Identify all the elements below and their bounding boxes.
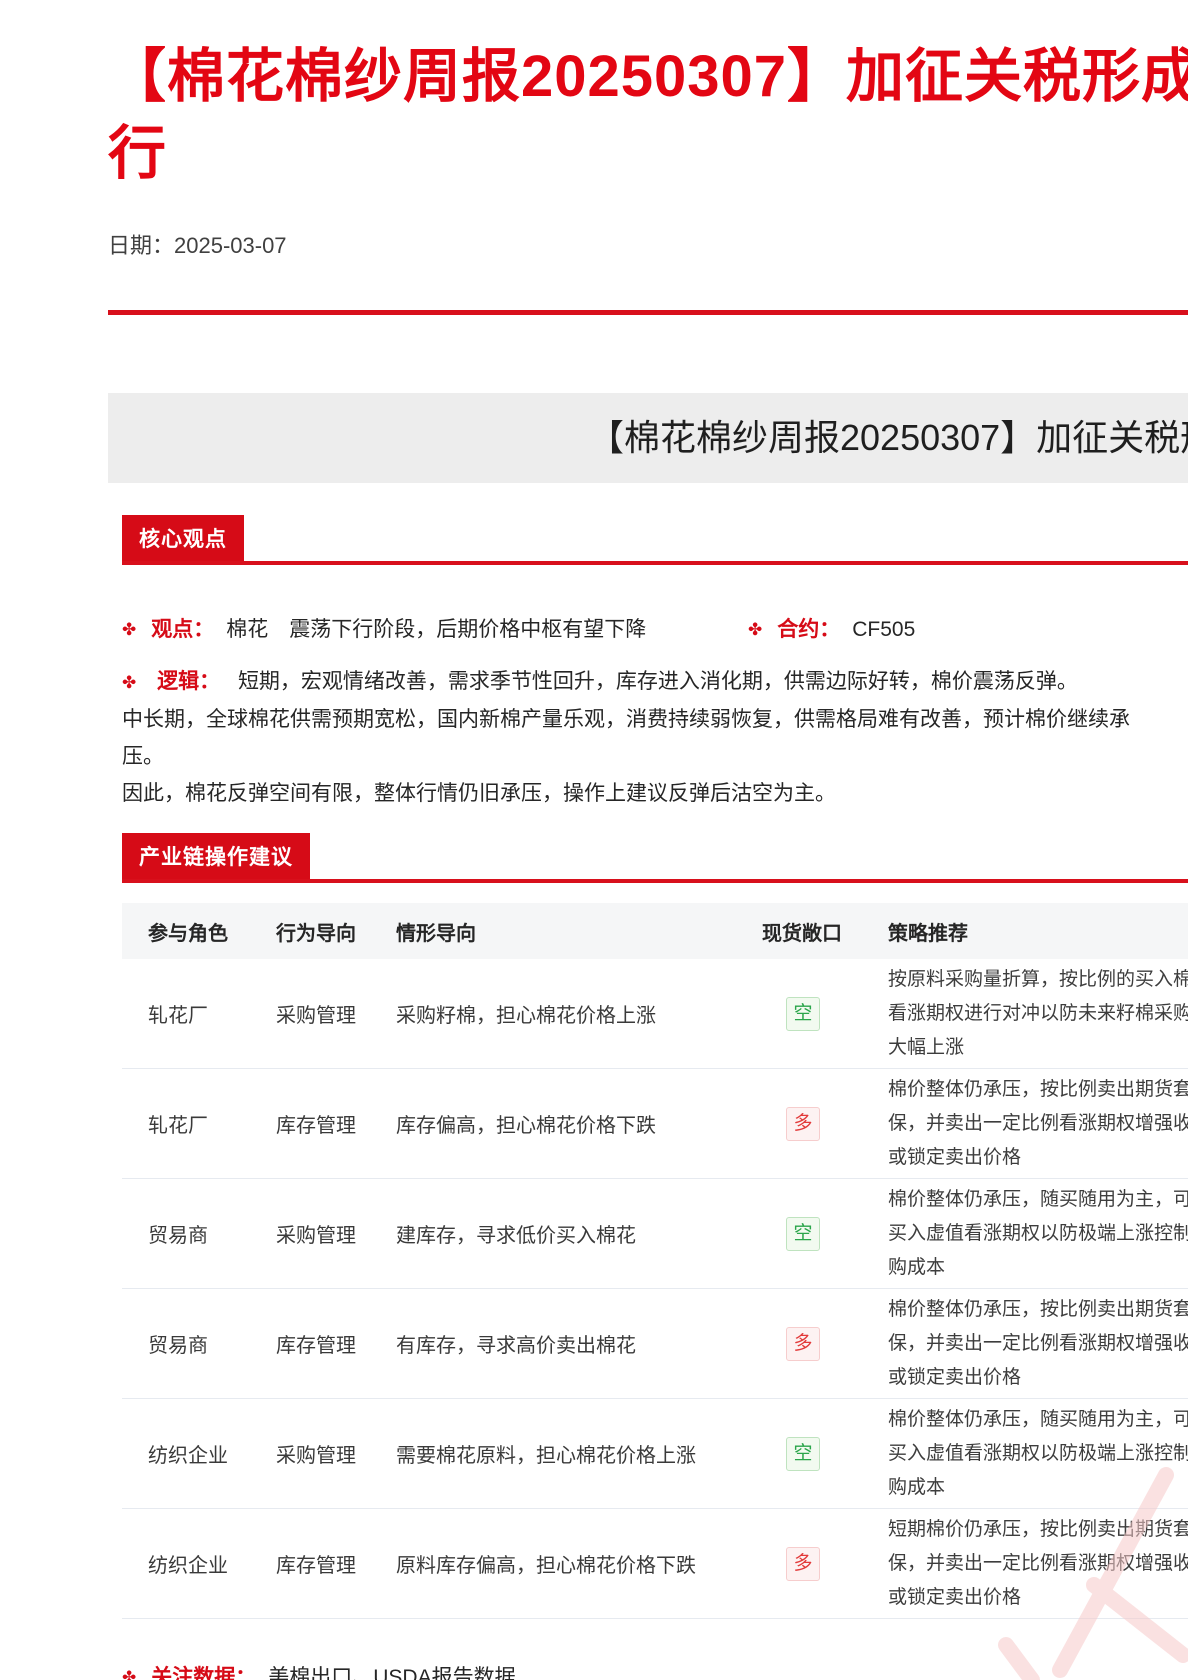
red-divider [108, 310, 1188, 315]
cell-behavior: 采购管理 [276, 1005, 356, 1027]
cell-role: 轧花厂 [148, 1005, 208, 1027]
col-header-behavior: 行为导向 [276, 922, 356, 945]
logic-label: 逻辑： [157, 670, 221, 693]
focus-data-text: 美棉出口、USDA报告数据 [268, 1666, 516, 1680]
section-chain-advice: 产业链操作建议 参与角色 行为导向 情形导向 现货敞口 策略推荐 轧花厂 采购管… [122, 833, 1188, 1680]
contract-value: CF505 [852, 618, 916, 641]
cell-strategy: 棉价整体仍承压，随买随用为主，可以 买入虚值看涨期权以防极端上涨控制采 购成本 [888, 1408, 1188, 1498]
table-row: 轧花厂 采购管理 采购籽棉，担心棉花价格上涨 空 按原料采购量折算，按比例的买入… [122, 959, 1188, 1069]
cell-situation: 需要棉花原料，担心棉花价格上涨 [396, 1445, 696, 1467]
exposure-badge: 多 [786, 1106, 820, 1141]
cell-behavior: 采购管理 [276, 1225, 356, 1247]
cell-situation: 库存偏高，担心棉花价格下跌 [396, 1115, 656, 1137]
viewpoint-row: ✤ 观点： 棉花 震荡下行阶段，后期价格中枢有望下降 ✤ 合约： CF505 [122, 615, 1188, 645]
clover-bullet-icon: ✤ [748, 620, 763, 639]
viewpoint-text: 棉花 震荡下行阶段，后期价格中枢有望下降 [226, 618, 647, 641]
logic-line3: 因此，棉花反弹空间有限，整体行情仍旧承压，操作上建议反弹后沽空为主。 [122, 782, 836, 805]
section-badge-chain: 产业链操作建议 [122, 833, 310, 879]
exposure-badge: 空 [786, 996, 820, 1031]
clover-bullet-icon: ✤ [122, 1668, 137, 1680]
table-row: 贸易商 库存管理 有库存，寻求高价卖出棉花 多 棉价整体仍承压，按比例卖出期货套… [122, 1289, 1188, 1399]
cell-behavior: 库存管理 [276, 1555, 356, 1577]
focus-data-label: 关注数据： [151, 1666, 257, 1680]
cell-strategy: 棉价整体仍承压，按比例卖出期货套 保，并卖出一定比例看涨期权增强收益 或锁定卖出… [888, 1078, 1188, 1168]
table-row: 轧花厂 库存管理 库存偏高，担心棉花价格下跌 多 棉价整体仍承压，按比例卖出期货… [122, 1069, 1188, 1179]
exposure-badge: 空 [786, 1436, 820, 1471]
cell-situation: 建库存，寻求低价买入棉花 [396, 1225, 636, 1247]
section-core-viewpoint: 核心观点 ✤ 观点： 棉花 震荡下行阶段，后期价格中枢有望下降 ✤ 合约： CF… [122, 515, 1188, 812]
focus-data-row: ✤ 关注数据： 美棉出口、USDA报告数据 [122, 1663, 1188, 1680]
section-badge-core: 核心观点 [122, 515, 244, 561]
exposure-badge: 多 [786, 1546, 820, 1581]
page-title-line2: 行 [108, 121, 168, 186]
cell-role: 纺织企业 [148, 1445, 228, 1467]
table-row: 贸易商 采购管理 建库存，寻求低价买入棉花 空 棉价整体仍承压，随买随用为主，可… [122, 1179, 1188, 1289]
cell-role: 贸易商 [148, 1335, 208, 1357]
clover-bullet-icon: ✤ [122, 620, 137, 639]
viewpoint-item: ✤ 观点： 棉花 震荡下行阶段，后期价格中枢有望下降 [122, 615, 1188, 645]
table-header-row: 参与角色 行为导向 情形导向 现货敞口 策略推荐 [122, 903, 1188, 959]
viewpoint-label: 观点： [151, 618, 215, 641]
report-date: 日期：2025-03-07 [108, 233, 287, 258]
banner-title: 【棉花棉纱周报20250307】加征关税形成拖 [588, 417, 1188, 458]
exposure-badge: 多 [786, 1326, 820, 1361]
section-rule-chain [122, 879, 1188, 883]
contract-label: 合约： [777, 618, 841, 641]
cell-strategy: 棉价整体仍承压，随买随用为主，可以 买入虚值看涨期权以防极端上涨控制采 购成本 [888, 1188, 1188, 1278]
col-header-role: 参与角色 [148, 922, 228, 945]
col-header-strategy: 策略推荐 [888, 922, 968, 945]
page-title-line1: 【棉花棉纱周报20250307】加征关税形成拖 [108, 44, 1188, 109]
contract-item: ✤ 合约： CF505 [748, 615, 915, 645]
cell-strategy: 按原料采购量折算，按比例的买入棉花看 看涨期权进行对冲以防未来籽棉采购价格 大幅… [888, 968, 1188, 1058]
report-banner: 【棉花棉纱周报20250307】加征关税形成拖 [108, 393, 1188, 483]
page-title: 【棉花棉纱周报20250307】加征关税形成拖 行 [108, 38, 1188, 192]
operation-table: 参与角色 行为导向 情形导向 现货敞口 策略推荐 轧花厂 采购管理 采购籽棉，担… [122, 903, 1188, 1619]
report-page: 【棉花棉纱周报20250307】加征关税形成拖 行 日期：2025-03-07 … [0, 0, 1188, 1680]
cell-situation: 采购籽棉，担心棉花价格上涨 [396, 1005, 656, 1027]
table-row: 纺织企业 库存管理 原料库存偏高，担心棉花价格下跌 多 短期棉价仍承压，按比例卖… [122, 1509, 1188, 1619]
col-header-exposure: 现货敞口 [762, 922, 842, 945]
exposure-badge: 空 [786, 1216, 820, 1251]
cell-strategy: 棉价整体仍承压，按比例卖出期货套 保，并卖出一定比例看涨期权增强收益 或锁定卖出… [888, 1298, 1188, 1388]
logic-paragraph: ✤ 逻辑： 短期，宏观情绪改善，需求季节性回升，库存进入消化期，供需边际好转，棉… [122, 663, 1162, 812]
col-header-situation: 情形导向 [396, 922, 476, 945]
cell-role: 轧花厂 [148, 1115, 208, 1137]
logic-line2: 中长期，全球棉花供需预期宽松，国内新棉产量乐观，消费持续弱恢复，供需格局难有改善… [122, 708, 1130, 768]
cell-strategy: 短期棉价仍承压，按比例卖出期货套 保，并卖出一定比例看涨期权增强收益 或锁定卖出… [888, 1518, 1188, 1608]
logic-line1: 短期，宏观情绪改善，需求季节性回升，库存进入消化期，供需边际好转，棉价震荡反弹。 [237, 670, 1078, 693]
clover-bullet-icon: ✤ [122, 673, 137, 692]
cell-role: 贸易商 [148, 1225, 208, 1247]
cell-role: 纺织企业 [148, 1555, 228, 1577]
cell-behavior: 库存管理 [276, 1115, 356, 1137]
cell-behavior: 采购管理 [276, 1445, 356, 1467]
table-row: 纺织企业 采购管理 需要棉花原料，担心棉花价格上涨 空 棉价整体仍承压，随买随用… [122, 1399, 1188, 1509]
cell-behavior: 库存管理 [276, 1335, 356, 1357]
cell-situation: 有库存，寻求高价卖出棉花 [396, 1335, 636, 1357]
section-rule-core [122, 561, 1188, 565]
cell-situation: 原料库存偏高，担心棉花价格下跌 [396, 1555, 696, 1577]
